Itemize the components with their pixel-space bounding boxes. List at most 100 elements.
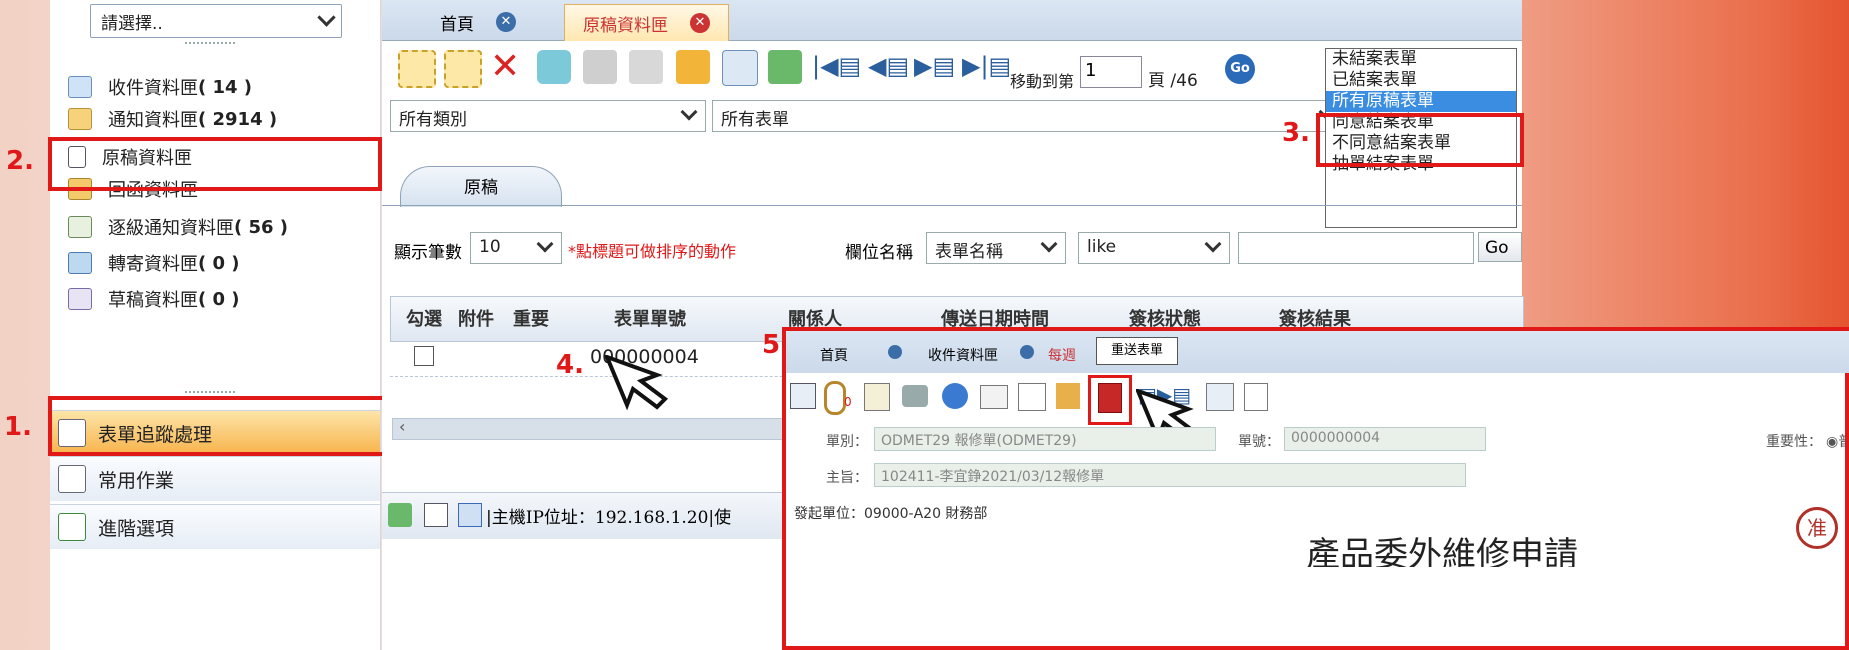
column-header[interactable]: 表單單號 bbox=[575, 305, 725, 335]
refresh-icon[interactable] bbox=[768, 50, 802, 84]
resize-grip[interactable] bbox=[185, 42, 235, 48]
number-label: 單號： bbox=[1238, 434, 1280, 450]
tab-bar: 首頁 ✕ 原稿資料匣 ✕ bbox=[382, 0, 1522, 41]
category-select-value: 所有類別 bbox=[399, 110, 467, 130]
advanced-options-button[interactable]: 進階選項 bbox=[50, 504, 380, 549]
sidebar-item-draft[interactable]: 草稿資料匣( 0 ) bbox=[68, 284, 368, 314]
column-header[interactable]: 附件 bbox=[453, 305, 499, 335]
sidebar-item-inbox[interactable]: 收件資料匣( 14 ) bbox=[68, 72, 368, 102]
last-page-icon[interactable]: ▶|▤ bbox=[962, 52, 1011, 80]
copy-icon[interactable] bbox=[864, 383, 890, 411]
server-ip-text: |主機IP位址：192.168.1.20|使 bbox=[486, 508, 732, 528]
form-select[interactable]: 所有表單 bbox=[712, 100, 1336, 132]
form-icon[interactable] bbox=[980, 385, 1008, 409]
print-icon[interactable] bbox=[902, 385, 928, 407]
priority-value: 普 bbox=[1838, 434, 1846, 450]
priority-label: 重要性： bbox=[1766, 434, 1822, 450]
close-icon[interactable] bbox=[888, 345, 902, 359]
close-icon[interactable] bbox=[1020, 345, 1034, 359]
notice-icon bbox=[68, 108, 92, 130]
next-page-icon[interactable]: ▶▤ bbox=[914, 52, 955, 80]
delete-icon[interactable]: ✕ bbox=[490, 46, 520, 87]
inset-tab-inbox[interactable]: 收件資料匣 bbox=[928, 345, 998, 365]
sort-hint: *點標題可做排序的動作 bbox=[568, 242, 737, 261]
table-icon[interactable] bbox=[790, 383, 816, 409]
go-button[interactable]: Go bbox=[1225, 54, 1255, 84]
column-header[interactable]: 勾選 bbox=[398, 305, 450, 335]
sidebar-item-count: ( 56 ) bbox=[234, 216, 289, 238]
common-operations-button[interactable]: 常用作業 bbox=[50, 456, 380, 501]
column-header[interactable]: 重要 bbox=[506, 305, 556, 335]
envelope-icon bbox=[68, 76, 92, 98]
operator-select-value: like bbox=[1087, 237, 1117, 257]
help-icon[interactable] bbox=[942, 383, 968, 409]
folder-open-icon[interactable] bbox=[676, 50, 710, 84]
list-option[interactable]: 已結案表單 bbox=[1326, 70, 1516, 91]
attachment-count: 0 bbox=[844, 395, 852, 409]
tab-home[interactable]: 首頁 ✕ bbox=[422, 4, 534, 40]
cursor-arrow-icon bbox=[605, 355, 669, 410]
list-option[interactable]: 未結案表單 bbox=[1326, 49, 1516, 70]
number-value: 0000000004 bbox=[1291, 430, 1381, 446]
sidebar-item-count: ( 0 ) bbox=[198, 288, 240, 310]
upload-icon[interactable] bbox=[1056, 383, 1080, 409]
search-icon[interactable] bbox=[722, 50, 758, 86]
goto-prefix: 移動到第 bbox=[1010, 72, 1075, 91]
rows-select-value: 10 bbox=[479, 237, 501, 257]
sidebar-item-forward[interactable]: 轉寄資料匣( 0 ) bbox=[68, 248, 368, 278]
deselect-icon[interactable] bbox=[444, 50, 482, 88]
view-icon[interactable] bbox=[629, 50, 663, 84]
paperclip-icon[interactable] bbox=[824, 381, 846, 415]
search-go-button[interactable]: Go bbox=[1478, 232, 1522, 262]
chevron-down-icon bbox=[680, 103, 698, 121]
prev-page-icon[interactable]: ◀▤ bbox=[868, 52, 909, 80]
panel-icon[interactable] bbox=[458, 503, 482, 527]
org-chart-icon[interactable] bbox=[1206, 383, 1234, 411]
select-all-icon[interactable] bbox=[398, 50, 436, 88]
document-icon bbox=[58, 465, 86, 493]
rows-select[interactable]: 10 bbox=[470, 232, 562, 264]
highlight-box bbox=[1316, 113, 1524, 167]
number-field: 0000000004 bbox=[1284, 427, 1486, 451]
close-icon[interactable]: ✕ bbox=[690, 13, 710, 33]
cancel-doc-icon[interactable] bbox=[1244, 383, 1268, 411]
page-suffix: 頁 /46 bbox=[1148, 71, 1198, 91]
type-field: ODMET29 報修單(ODMET29) bbox=[874, 427, 1216, 451]
step-label: 3. bbox=[1282, 118, 1310, 148]
first-page-icon[interactable]: |◀▤ bbox=[812, 52, 861, 80]
form-select-value: 所有表單 bbox=[721, 110, 789, 130]
folder-select[interactable]: 請選擇.. bbox=[90, 4, 342, 38]
scroll-left-icon[interactable]: ‹ bbox=[399, 417, 405, 436]
tab-original-folder[interactable]: 原稿資料匣 ✕ bbox=[564, 4, 729, 41]
chevron-down-icon bbox=[1040, 235, 1058, 253]
recycle-icon[interactable] bbox=[537, 50, 571, 84]
document-title: 產品委外維修申請 bbox=[1306, 535, 1578, 567]
inset-tab-home[interactable]: 首頁 bbox=[820, 345, 848, 365]
inset-tab-weekly[interactable]: 每週 bbox=[1048, 345, 1076, 365]
sidebar-item-label: 收件資料匣 bbox=[108, 78, 198, 99]
row-checkbox[interactable] bbox=[414, 346, 434, 366]
sidebar-item-escalation[interactable]: 逐級通知資料匣( 56 ) bbox=[68, 212, 368, 242]
field-select[interactable]: 表單名稱 bbox=[926, 232, 1066, 264]
subject-field: 102411-李宜錚2021/03/12報修單 bbox=[874, 463, 1466, 487]
list-option-selected[interactable]: 所有原稿表單 bbox=[1326, 91, 1516, 112]
category-select[interactable]: 所有類別 bbox=[390, 100, 706, 132]
tab-original[interactable]: 原稿 bbox=[400, 166, 562, 207]
list-icon[interactable] bbox=[424, 503, 448, 527]
tooltip-resend: 重送表單 bbox=[1096, 337, 1178, 365]
field-select-value: 表單名稱 bbox=[935, 242, 1003, 262]
sidebar-item-label: 逐級通知資料匣 bbox=[108, 218, 234, 239]
flow-icon[interactable] bbox=[1018, 383, 1046, 411]
search-input[interactable] bbox=[1238, 232, 1474, 264]
page-number-input[interactable]: 1 bbox=[1080, 56, 1142, 88]
close-icon[interactable]: ✕ bbox=[496, 12, 516, 32]
priority-radio[interactable]: ◉普 bbox=[1826, 431, 1846, 451]
sidebar-item-count: ( 0 ) bbox=[198, 252, 240, 274]
bottom-btn-label: 常用作業 bbox=[98, 469, 175, 492]
operator-select[interactable]: like bbox=[1078, 232, 1230, 264]
horizontal-scrollbar[interactable]: ‹ bbox=[392, 417, 784, 440]
page-number-value: 1 bbox=[1085, 60, 1097, 81]
sidebar-item-notice[interactable]: 通知資料匣( 2914 ) bbox=[68, 104, 368, 134]
view-add-icon[interactable] bbox=[583, 50, 617, 84]
rows-label: 顯示筆數 bbox=[394, 243, 462, 263]
